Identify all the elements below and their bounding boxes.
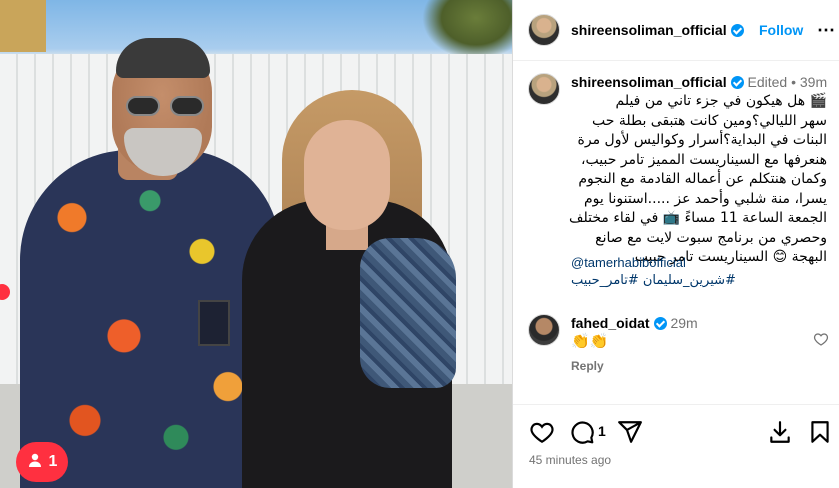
tagged-people-button[interactable]: 1: [16, 442, 68, 482]
caption-line: هنعرفها مع السيناريست المميز تامر حبيب،: [581, 151, 827, 168]
author-avatar[interactable]: [528, 14, 560, 46]
more-options-icon[interactable]: ⋯: [817, 20, 835, 41]
tagged-count: 1: [48, 453, 58, 470]
author-username[interactable]: shireensoliman_official: [571, 22, 744, 38]
caption-header: shireensoliman_official Edited • 39m: [571, 74, 827, 90]
download-icon[interactable]: [767, 419, 793, 445]
hashtags[interactable]: #شيرين_سليمان #تامر_حبيب: [571, 273, 827, 288]
man-hair: [116, 38, 210, 78]
like-heart-icon[interactable]: [529, 419, 555, 445]
comment-header: fahed_oidat 29m: [571, 315, 698, 331]
caption-line: الجمعة الساعة 11 مساءً 📺 في لقاء مختلف: [568, 210, 827, 226]
verified-icon: [653, 317, 667, 330]
caption-line: 🎬 هل هيكون في جزء تاني من فيلم: [615, 93, 828, 109]
commenter-username[interactable]: fahed_oidat: [571, 315, 650, 331]
reply-button[interactable]: Reply: [571, 359, 604, 373]
caption-line: يسرا، منة شلبي وأحمد عز .....استنونا يوم: [583, 190, 827, 207]
person-icon: [27, 452, 43, 473]
follow-button[interactable]: Follow: [759, 22, 803, 38]
mention-link[interactable]: @tamerhabibofficial: [571, 255, 686, 270]
verified-icon: [730, 76, 744, 89]
post-actions-bar: 1 45 minutes ago: [513, 404, 839, 488]
comment-icon[interactable]: [569, 419, 595, 445]
verified-icon: [730, 24, 744, 37]
comment-like-heart-icon[interactable]: [813, 331, 831, 349]
caption-username[interactable]: shireensoliman_official: [571, 74, 727, 90]
caption-text: 🎬 هل هيكون في جزء تاني من فيلم سهر الليا…: [569, 92, 827, 268]
comment-time: 29m: [670, 315, 698, 331]
caption-time: 39m: [799, 74, 828, 90]
caption-line: سهر الليالي؟ومين كانت هتبقى بطلة حب: [591, 112, 827, 129]
post-side-panel: shireensoliman_official Follow ⋯ shireen…: [512, 0, 839, 488]
man-shirt: [20, 150, 280, 488]
caption-author-avatar[interactable]: [528, 73, 560, 105]
comment-count: 1: [598, 423, 606, 439]
background-tree: [422, 0, 512, 60]
woman-face: [304, 120, 390, 230]
caption-line: وحصري من برنامج سبوت لايت مع صانع: [595, 229, 827, 246]
sunglasses: [126, 96, 210, 118]
commenter-avatar[interactable]: [528, 314, 560, 346]
post-timestamp: 45 minutes ago: [529, 453, 612, 467]
lanyard-badge: [198, 300, 230, 346]
instagram-post-view: 1 shireensoliman_official Follow ⋯ shire…: [0, 0, 839, 488]
caption-line: وكمان هنتكلم عن أعماله القادمة مع النجوم: [578, 171, 827, 187]
caption-line: البنات في البداية؟أسرار وكواليس لأول مرة: [577, 132, 827, 148]
edited-label: Edited • 39m: [747, 74, 828, 90]
share-icon[interactable]: [617, 419, 643, 445]
background-pole: [0, 0, 46, 52]
post-header: shireensoliman_official Follow ⋯: [513, 0, 839, 61]
post-photo[interactable]: 1: [0, 0, 512, 488]
comments-section[interactable]: shireensoliman_official Edited • 39m 🎬 ه…: [513, 62, 839, 410]
bookmark-icon[interactable]: [807, 419, 833, 445]
woman-denim-sleeve: [360, 238, 456, 388]
comment-text: 👏👏: [571, 333, 609, 350]
